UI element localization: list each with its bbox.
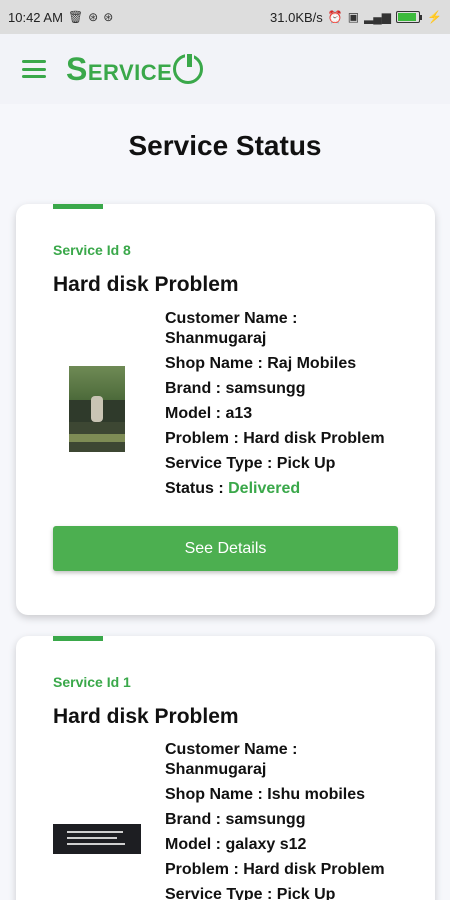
customer-name-value: Shanmugaraj	[165, 330, 267, 347]
status-row: Status : Delivered	[165, 479, 420, 499]
status-label: Status :	[165, 480, 224, 497]
model-label: Model :	[165, 836, 221, 853]
app-logo: Service	[66, 50, 204, 88]
battery-icon	[396, 11, 423, 23]
customer-name-value: Shanmugaraj	[165, 761, 267, 778]
service-title: Hard disk Problem	[53, 273, 239, 296]
brand-label: Brand :	[165, 811, 221, 828]
shop-name-row: Shop Name : Ishu mobiles	[165, 785, 420, 805]
brand-row: Brand : samsungg	[165, 810, 420, 830]
customer-name-row: Customer Name : Shanmugaraj	[165, 740, 420, 780]
status-bar-left: 10:42 AM 🗑 ⊛ ⊛	[8, 10, 113, 25]
problem-value: Hard disk Problem	[243, 861, 385, 878]
hamburger-menu-icon[interactable]	[22, 60, 46, 78]
status-bar: 10:42 AM 🗑 ⊛ ⊛ 31.0KB/s ⏰ ▣ ▂▄▆ ⚡	[0, 0, 450, 34]
network-speed: 31.0KB/s	[270, 9, 323, 25]
service-id: Service Id 1	[53, 674, 131, 690]
power-icon	[173, 52, 204, 84]
service-type-label: Service Type :	[165, 455, 273, 472]
model-row: Model : a13	[165, 404, 420, 424]
problem-label: Problem :	[165, 430, 239, 447]
model-value: a13	[225, 405, 253, 422]
problem-value: Hard disk Problem	[243, 430, 385, 447]
service-id: Service Id 8	[53, 242, 131, 258]
device-thumbnail	[69, 366, 125, 452]
card-accent-bar	[53, 636, 103, 641]
model-value: galaxy s12	[225, 836, 307, 853]
service-type-row: Service Type : Pick Up	[165, 885, 420, 900]
customer-name-row: Customer Name : Shanmugaraj	[165, 309, 420, 349]
sync-icon: ⊛	[88, 10, 99, 24]
service-type-value: Pick Up	[276, 886, 336, 900]
service-type-label: Service Type :	[165, 886, 273, 900]
alarm-icon: ⏰	[327, 10, 343, 24]
page-title: Service Status	[128, 130, 322, 161]
brand-value: samsungg	[225, 811, 306, 828]
shop-name-row: Shop Name : Raj Mobiles	[165, 354, 420, 374]
service-type-value: Pick Up	[276, 455, 336, 472]
device-thumbnail	[53, 824, 141, 854]
sync-icon: ⊛	[103, 10, 114, 24]
brand-row: Brand : samsungg	[165, 379, 420, 399]
model-label: Model :	[165, 405, 221, 422]
brand-label: Brand :	[165, 380, 221, 397]
service-type-row: Service Type : Pick Up	[165, 454, 420, 474]
trash-icon: 🗑	[67, 10, 84, 24]
charging-icon: ⚡	[427, 10, 442, 24]
problem-label: Problem :	[165, 861, 239, 878]
app-bar: Service	[0, 34, 450, 104]
brand-value: samsungg	[225, 380, 306, 397]
shop-name-value: Ishu mobiles	[267, 786, 366, 803]
problem-row: Problem : Hard disk Problem	[165, 429, 420, 449]
service-details: Customer Name : Shanmugaraj Shop Name : …	[165, 309, 420, 504]
logo-text: Service	[66, 50, 173, 87]
service-title: Hard disk Problem	[53, 705, 239, 728]
service-details: Customer Name : Shanmugaraj Shop Name : …	[165, 740, 420, 900]
clock: 10:42 AM	[8, 9, 63, 25]
customer-name-label: Customer Name :	[165, 741, 298, 758]
service-card: Service Id 1 Hard disk Problem Customer …	[16, 636, 435, 900]
status-value: Delivered	[228, 480, 301, 497]
status-bar-right: 31.0KB/s ⏰ ▣ ▂▄▆ ⚡	[270, 10, 442, 25]
sim-icon: ▣	[347, 10, 360, 24]
signal-icon: ▂▄▆	[364, 10, 392, 24]
shop-name-label: Shop Name :	[165, 786, 263, 803]
card-accent-bar	[53, 204, 103, 209]
model-row: Model : galaxy s12	[165, 835, 420, 855]
problem-row: Problem : Hard disk Problem	[165, 860, 420, 880]
shop-name-label: Shop Name :	[165, 355, 263, 372]
customer-name-label: Customer Name :	[165, 310, 298, 327]
service-card: Service Id 8 Hard disk Problem Customer …	[16, 204, 435, 615]
see-details-button[interactable]: See Details	[53, 526, 398, 571]
shop-name-value: Raj Mobiles	[267, 355, 357, 372]
